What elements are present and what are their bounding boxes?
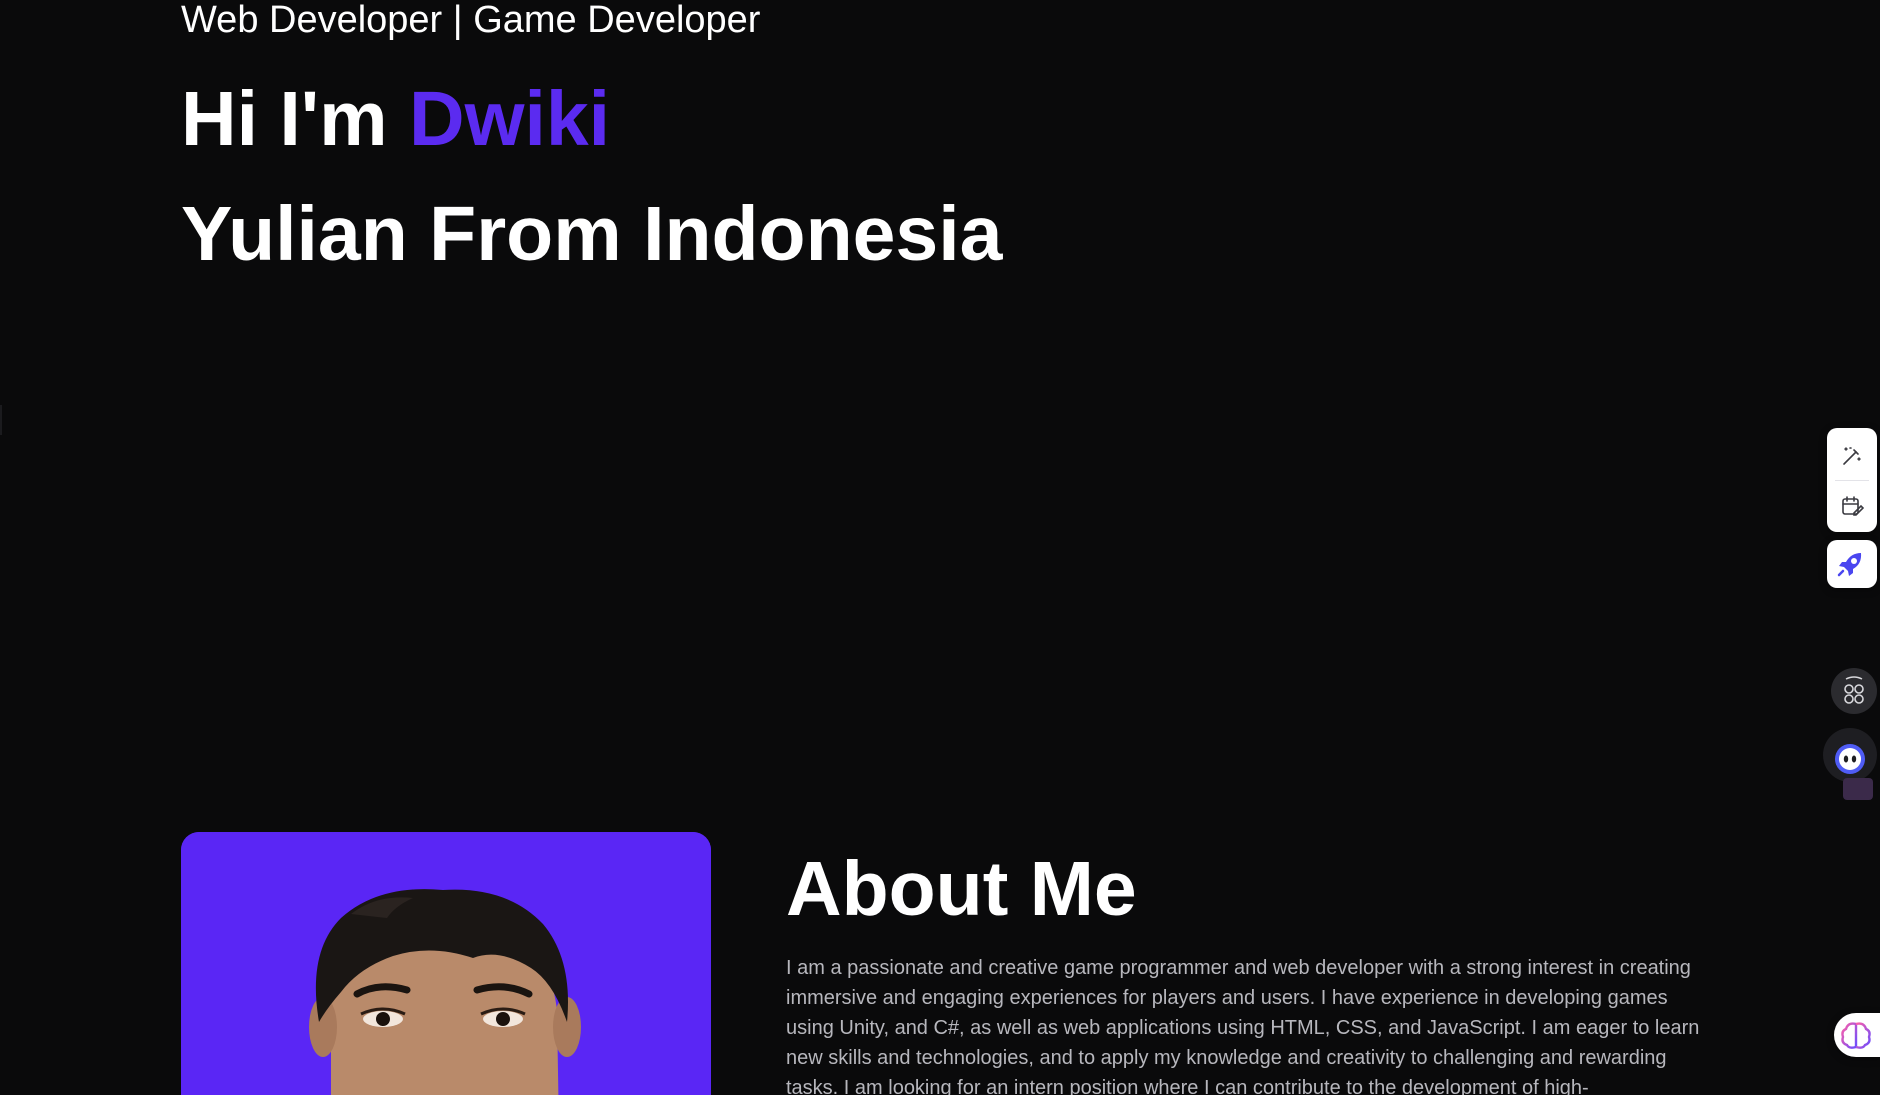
minimize-tab[interactable] — [1843, 778, 1873, 800]
rocket-icon — [1837, 553, 1862, 577]
magic-edit-icon[interactable] — [1840, 444, 1864, 468]
hero-headline: Hi I'm Dwiki Yulian From Indonesia — [181, 62, 1002, 292]
side-toolbar — [1827, 428, 1877, 532]
apps-grid-icon — [1844, 676, 1864, 704]
brain-icon — [1841, 1022, 1871, 1049]
portrait-illustration — [181, 832, 711, 1095]
about-section: About Me I am a passionate and creative … — [786, 845, 1706, 1095]
assistant-face-icon — [1835, 744, 1865, 774]
hero-subtitle: Web Developer | Game Developer — [181, 0, 761, 41]
apps-button[interactable] — [1831, 668, 1877, 714]
greeting-name: Dwiki — [408, 76, 611, 162]
about-text: I am a passionate and creative game prog… — [786, 957, 1700, 1095]
assistant-button[interactable] — [1823, 728, 1877, 782]
greeting-prefix: Hi I'm — [181, 76, 409, 162]
about-title: About Me — [786, 846, 1137, 932]
toolbar-divider — [1835, 480, 1869, 481]
portfolio-page: Web Developer | Game Developer Hi I'm Dw… — [0, 0, 1880, 1095]
brain-button[interactable] — [1834, 1013, 1880, 1057]
rocket-button[interactable] — [1827, 540, 1877, 588]
profile-photo — [181, 832, 711, 1095]
greeting-line2: Yulian From Indonesia — [181, 191, 1003, 277]
edge-marker — [0, 405, 2, 435]
calendar-edit-icon[interactable] — [1840, 494, 1865, 518]
